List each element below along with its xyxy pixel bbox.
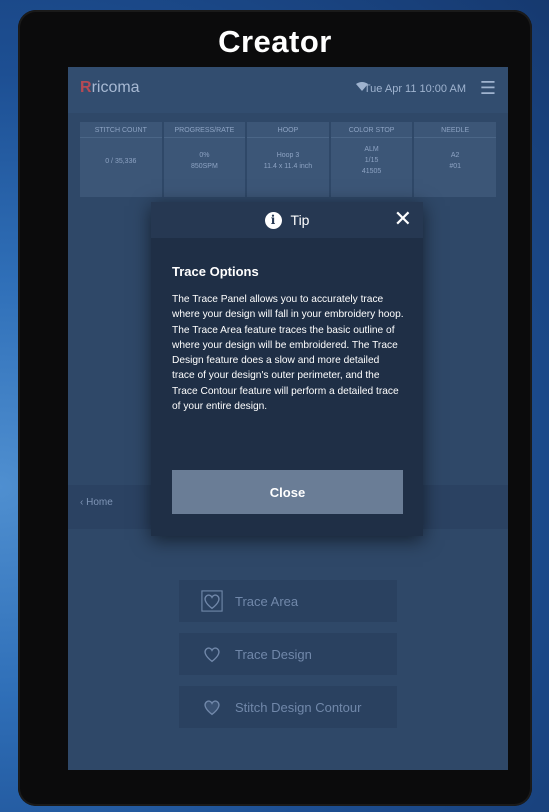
datetime-display: Tue Apr 11 10:00 AM [363,83,466,95]
app-logo: Rricoma [80,79,140,97]
home-button[interactable]: ‹ Home [80,497,113,508]
logo-mark: R [80,79,92,96]
stitch-design-contour-button[interactable]: Stitch Design Contour [179,686,397,728]
home-label: Home [86,497,113,508]
heart-filled-icon [204,700,220,716]
stitch-design-contour-label: Stitch Design Contour [235,699,362,715]
close-button[interactable]: Close [172,470,403,514]
tip-body-text: The Trace Panel allows you to accurately… [172,294,404,413]
status-value: 0% 850SPM [190,152,218,170]
heart-outline-icon [204,647,220,663]
brand-title: Creator [218,24,332,59]
status-value: ALM 1/15 41505 [361,146,382,175]
status-value: Hoop 3 11.4 x 11.4 inch [263,152,313,170]
status-cell-progress: PROGRESS/RATE 0% 850SPM [163,122,246,197]
trace-design-label: Trace Design [235,646,312,662]
status-header: COLOR STOP [330,122,413,138]
status-cell-stitch-count: STITCH COUNT 0 / 35,336 [80,122,162,197]
status-header: PROGRESS/RATE [163,122,246,138]
tip-dialog-header: i Tip ✕ [151,202,423,238]
hamburger-menu-icon[interactable]: ☰ [480,78,496,99]
info-icon: i [264,211,282,229]
tip-heading: Trace Options [172,264,259,279]
trace-area-label: Trace Area [235,593,299,609]
heart-outline-icon [201,590,223,612]
status-cell-hoop: HOOP Hoop 3 11.4 x 11.4 inch [247,122,329,197]
status-value: 0 / 35,336 [105,158,137,165]
status-cell-color-stop: COLOR STOP ALM 1/15 41505 [330,122,413,197]
status-header: STITCH COUNT [80,122,162,138]
tablet-frame: Creator Rricoma Tue Apr 11 10:00 AM ☰ ST… [18,10,532,806]
tip-dialog-title: Tip [290,212,310,228]
logo-text: ricoma [91,79,140,96]
machine-status-table: STITCH COUNT 0 / 35,336 PROGRESS/RATE 0%… [80,122,496,197]
trace-design-button[interactable]: Trace Design [179,633,397,675]
status-cell-needle: NEEDLE A2 #01 [414,122,496,197]
status-value: A2 #01 [449,152,462,170]
top-bar: Rricoma Tue Apr 11 10:00 AM ☰ [68,67,508,113]
status-header: NEEDLE [414,122,496,138]
trace-area-button[interactable]: Trace Area [179,580,397,622]
tip-dialog: i Tip ✕ Trace Options The Trace Panel al… [151,202,423,536]
close-icon[interactable]: ✕ [394,208,412,230]
status-header: HOOP [247,122,329,138]
